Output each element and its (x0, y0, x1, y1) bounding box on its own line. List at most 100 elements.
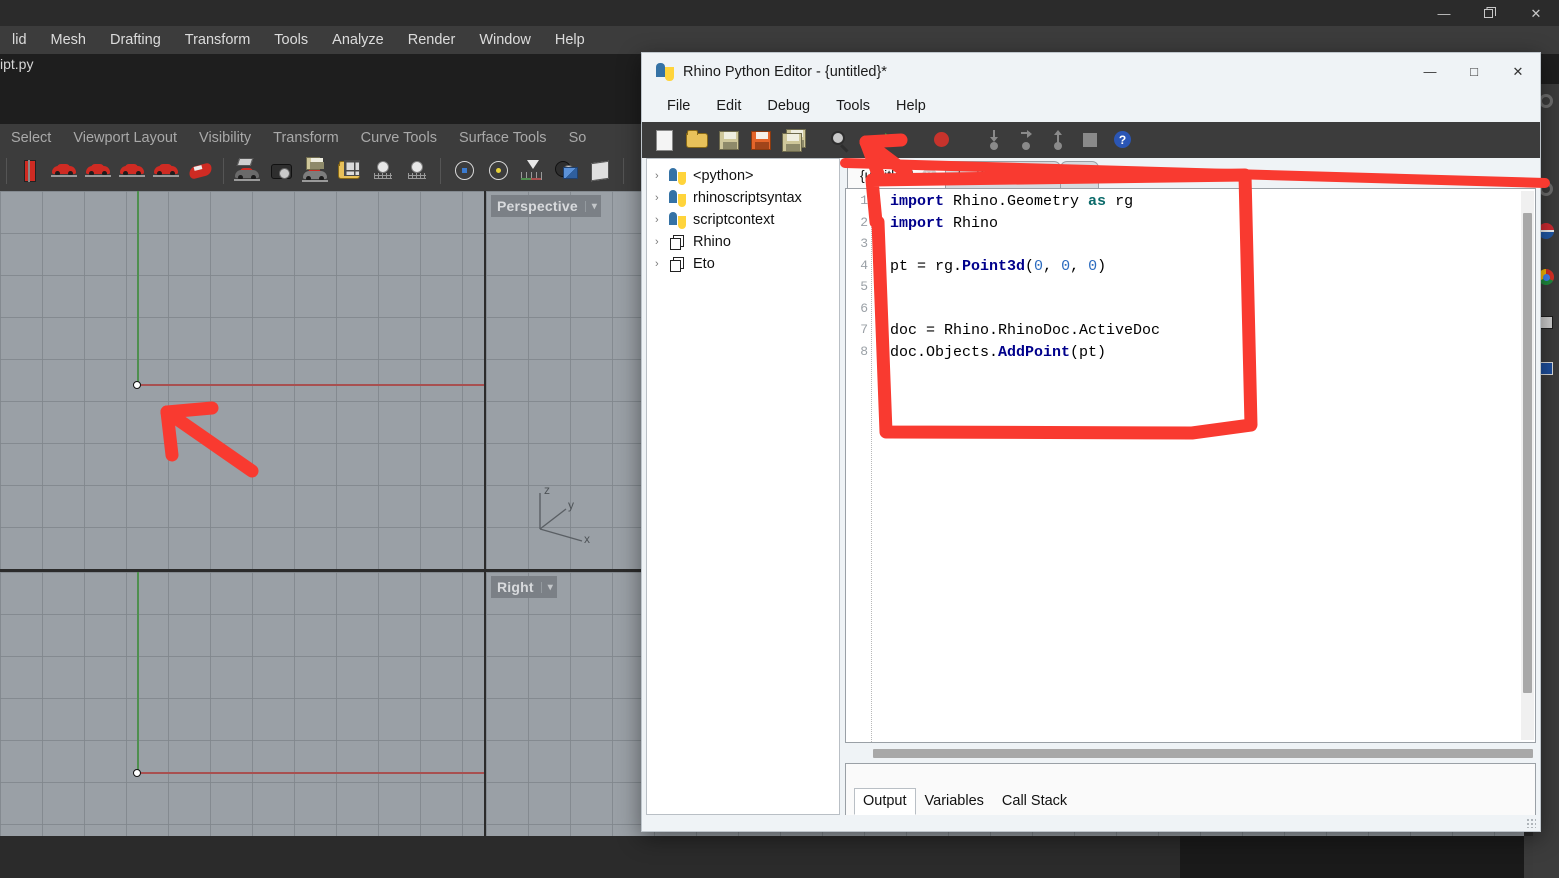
tree-item-python[interactable]: › <python> (647, 165, 839, 187)
chevron-down-icon[interactable]: ▾ (584, 200, 597, 212)
rhino-shaded-view-icon[interactable] (368, 156, 398, 186)
assembly-icon (669, 256, 686, 273)
python-editor-close-button[interactable]: ✕ (1496, 53, 1540, 90)
tab-output[interactable]: Output (854, 788, 916, 815)
tab-call-stack[interactable]: Call Stack (993, 788, 1076, 815)
python-editor-minimize-button[interactable]: — (1408, 53, 1452, 90)
chevron-right-icon[interactable]: › (655, 236, 669, 248)
rhino-select-all-icon[interactable] (83, 156, 113, 186)
module-tree-panel[interactable]: › <python> › rhinoscriptsyntax › scriptc… (646, 158, 840, 815)
python-editor-window-controls: — □ ✕ (1408, 53, 1540, 90)
record-icon[interactable] (926, 125, 958, 155)
rhino-minimize-button[interactable]: — (1421, 0, 1467, 26)
python-editor-titlebar[interactable]: Rhino Python Editor - {untitled}* — □ ✕ (642, 53, 1540, 90)
viewport-bottom-left[interactable] (0, 572, 484, 836)
tab-variables[interactable]: Variables (916, 788, 993, 815)
rhino-tab-viewport-layout[interactable]: Viewport Layout (62, 127, 188, 149)
editor-tab-test0003[interactable]: test0003.py ✕ (944, 161, 1061, 188)
svg-text:y: y (568, 498, 574, 512)
step-into-icon[interactable] (978, 125, 1010, 155)
tree-item-rhinoscriptsyntax[interactable]: › rhinoscriptsyntax (647, 187, 839, 209)
rhino-menu-drafting[interactable]: Drafting (98, 28, 173, 52)
rhino-named-views-icon[interactable] (232, 156, 262, 186)
resize-grip-icon[interactable] (1526, 818, 1536, 828)
scrollbar-thumb[interactable] (873, 748, 1533, 758)
rhino-menu-help[interactable]: Help (543, 28, 597, 52)
stop-icon[interactable] (1074, 125, 1106, 155)
rhino-restore-button[interactable] (1467, 0, 1513, 26)
menu-file[interactable]: File (654, 94, 703, 118)
rhino-menu-analyze[interactable]: Analyze (320, 28, 396, 52)
rhino-capture-viewport-icon[interactable] (266, 156, 296, 186)
rhino-tab-transform[interactable]: Transform (262, 127, 350, 149)
chevron-right-icon[interactable]: › (655, 192, 669, 204)
tree-item-rhino[interactable]: › Rhino (647, 231, 839, 253)
tree-item-eto[interactable]: › Eto (647, 253, 839, 275)
rhino-cplane-rotate-icon[interactable] (483, 156, 513, 186)
rhino-select-objects-icon[interactable] (15, 156, 45, 186)
chevron-right-icon[interactable]: › (655, 258, 669, 270)
close-icon[interactable]: ✕ (921, 167, 937, 183)
step-over-icon[interactable] (1010, 125, 1042, 155)
chevron-down-icon[interactable]: ▾ (540, 581, 553, 593)
menu-tools[interactable]: Tools (823, 94, 883, 118)
rhino-save-view-icon[interactable] (300, 156, 330, 186)
rhino-box-view-icon[interactable] (585, 156, 615, 186)
line-number: 3 (860, 236, 868, 251)
viewport-label-perspective[interactable]: Perspective ▾ (491, 195, 602, 217)
rhino-menu-tools[interactable]: Tools (262, 28, 320, 52)
step-out-icon[interactable] (1042, 125, 1074, 155)
rhino-invert-selection-icon[interactable] (151, 156, 181, 186)
menu-edit[interactable]: Edit (703, 94, 754, 118)
rhino-camera-lens-icon[interactable] (551, 156, 581, 186)
rhino-tab-surface-tools[interactable]: Surface Tools (448, 127, 558, 149)
rhino-cplane-origin-icon[interactable] (449, 156, 479, 186)
python-editor-maximize-button[interactable]: □ (1452, 53, 1496, 90)
code-vertical-scrollbar[interactable] (1521, 191, 1534, 740)
rhino-menu-transform[interactable]: Transform (173, 28, 263, 52)
rhino-viewport-layout-icon[interactable] (334, 156, 364, 186)
menu-debug[interactable]: Debug (754, 94, 823, 118)
viewport-top-left[interactable] (0, 191, 484, 569)
rhino-titlebar: — ✕ (0, 0, 1559, 26)
viewport-grid (0, 572, 484, 836)
chevron-right-icon[interactable]: › (655, 170, 669, 182)
help-icon[interactable]: ? (1106, 125, 1138, 155)
viewport-label-right[interactable]: Right ▾ (491, 576, 557, 598)
save-all-icon[interactable] (778, 125, 810, 155)
rhino-tab-solid-tools[interactable]: So (558, 127, 598, 149)
run-icon[interactable] (874, 125, 906, 155)
scrollbar-thumb[interactable] (1523, 213, 1532, 693)
rhino-close-button[interactable]: ✕ (1513, 0, 1559, 26)
rhino-tab-visibility[interactable]: Visibility (188, 127, 262, 149)
rhino-select-front-icon[interactable] (49, 156, 79, 186)
open-file-icon[interactable] (682, 125, 714, 155)
close-icon[interactable]: ✕ (1036, 167, 1052, 183)
save-icon[interactable] (714, 125, 746, 155)
rhino-menu-window[interactable]: Window (467, 28, 543, 52)
save-as-icon[interactable] (746, 125, 778, 155)
rhino-tab-select[interactable]: Select (0, 127, 62, 149)
rhino-select-rotated-icon[interactable] (185, 156, 215, 186)
line-number: 4 (860, 257, 868, 273)
chevron-right-icon[interactable]: › (655, 214, 669, 226)
editor-tab-new[interactable] (1059, 161, 1099, 188)
tree-item-scriptcontext[interactable]: › scriptcontext (647, 209, 839, 231)
menu-help[interactable]: Help (883, 94, 939, 118)
rhino-set-cplane-icon[interactable] (517, 156, 547, 186)
code-horizontal-scrollbar[interactable] (845, 746, 1536, 760)
code-editor[interactable]: 1 2 3 4 5 6 7 8 import Rhino.Geometry as… (845, 188, 1536, 743)
new-file-icon[interactable] (650, 125, 682, 155)
editor-tab-label: test0003.py (957, 167, 1030, 183)
code-text-area[interactable]: import Rhino.Geometry as rg import Rhino… (872, 189, 1535, 742)
rhino-rendered-view-icon[interactable] (402, 156, 432, 186)
rhino-menu-mesh[interactable]: Mesh (39, 28, 98, 52)
rhino-tab-curve-tools[interactable]: Curve Tools (350, 127, 448, 149)
rhino-menu-render[interactable]: Render (396, 28, 468, 52)
rhino-menu-solid[interactable]: lid (0, 28, 39, 52)
editor-tab-untitled[interactable]: {untitled} ✕ (847, 161, 946, 188)
x-axis-line (137, 772, 484, 774)
search-icon[interactable] (824, 125, 856, 155)
rhino-select-none-icon[interactable] (117, 156, 147, 186)
